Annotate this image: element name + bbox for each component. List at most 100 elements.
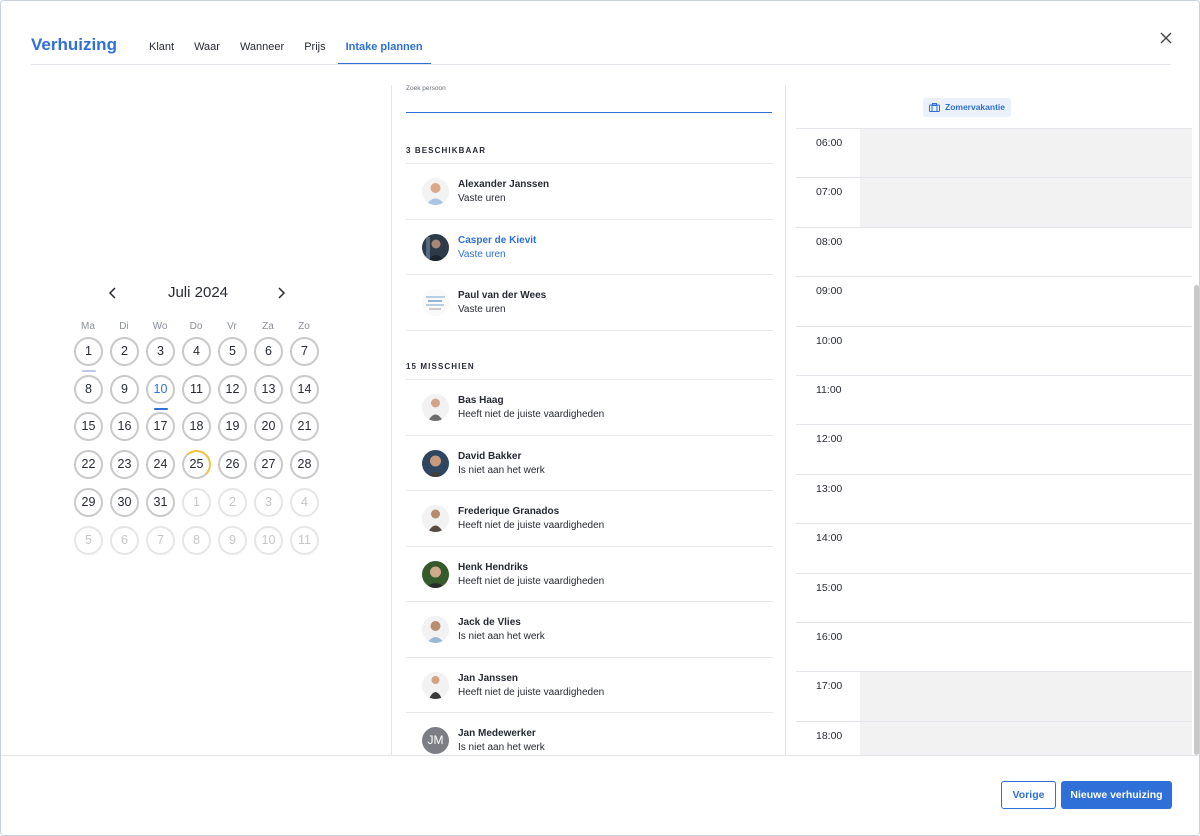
maybe-person-row[interactable]: Bas Haag Heeft niet de juiste vaardighede… bbox=[406, 379, 773, 434]
hour-slot[interactable]: 16:00 bbox=[796, 622, 1192, 671]
calendar-day[interactable]: 12 bbox=[218, 374, 247, 404]
calendar-nav: Juli 2024 bbox=[73, 281, 323, 305]
calendar-day[interactable]: 22 bbox=[74, 450, 103, 480]
calendar-day[interactable]: 8 bbox=[74, 374, 103, 404]
calendar-day[interactable]: 1 bbox=[74, 337, 103, 366]
new-move-button[interactable]: Nieuwe verhuizing bbox=[1061, 781, 1172, 809]
person-status: Is niet aan het werk bbox=[458, 631, 545, 642]
calendar-day[interactable]: 11 bbox=[182, 374, 211, 404]
hour-label: 11:00 bbox=[816, 384, 842, 396]
person-status: Heeft niet de juiste vaardigheden bbox=[458, 575, 605, 587]
calendar-day[interactable]: 24 bbox=[146, 450, 175, 480]
tab-wanneer[interactable]: Wanneer bbox=[232, 41, 292, 64]
tab-waar[interactable]: Waar bbox=[186, 41, 228, 64]
calendar-day[interactable]: 26 bbox=[218, 450, 247, 480]
available-block bbox=[860, 228, 1192, 277]
hour-slot[interactable]: 09:00 bbox=[796, 276, 1192, 325]
hour-slot[interactable]: 15:00 bbox=[796, 572, 1192, 623]
available-person-row[interactable]: Paul van der Wees Vaste uren bbox=[406, 274, 773, 329]
hour-slot[interactable]: 14:00 bbox=[796, 523, 1192, 572]
maybe-person-row[interactable]: JM Jan Medewerker Is niet aan het werk bbox=[406, 712, 773, 755]
calendar-day[interactable]: 31 bbox=[146, 487, 175, 517]
month-calendar: Juli 2024 Ma Di Wo Do Vr Za Zo 1 2 3 4 5 6 7 8 9 10 11 12… bbox=[73, 281, 323, 555]
available-person-row[interactable]: Casper de Kievit Vaste uren bbox=[406, 218, 773, 274]
calendar-day[interactable]: 19 bbox=[218, 412, 247, 442]
close-icon[interactable] bbox=[1159, 31, 1173, 45]
calendar-day[interactable]: 5 bbox=[218, 337, 247, 366]
person-status: Heeft niet de juiste vaardigheden bbox=[458, 686, 605, 698]
calendar-day: 3 bbox=[254, 487, 283, 517]
calendar-day[interactable]: 17 bbox=[146, 412, 175, 442]
calendar-day[interactable]: 6 bbox=[254, 337, 283, 366]
hour-label: 16:00 bbox=[816, 631, 843, 643]
available-block bbox=[860, 524, 1192, 573]
day-indicator bbox=[153, 407, 168, 410]
calendar-day[interactable]: 27 bbox=[254, 450, 283, 480]
hour-slot[interactable]: 11:00 bbox=[796, 375, 1192, 424]
available-block bbox=[860, 574, 1192, 623]
hour-slot[interactable]: 18:00 bbox=[796, 720, 1192, 755]
hour-slot[interactable]: 17:00 bbox=[796, 671, 1192, 722]
tab-intake-plannen[interactable]: Intake plannen bbox=[337, 41, 431, 64]
maybe-person-row[interactable]: Jan Janssen Heeft niet de juiste vaardigh… bbox=[406, 656, 773, 712]
calendar-day[interactable]: 30 bbox=[110, 487, 139, 517]
calendar-day[interactable]: 9 bbox=[110, 374, 139, 404]
search-input[interactable] bbox=[406, 95, 772, 113]
person-status: Is niet aan het werk bbox=[458, 464, 545, 476]
available-person-row[interactable]: Alexander Janssen Vaste uren bbox=[406, 163, 773, 218]
avatar bbox=[422, 671, 449, 699]
holiday-label: Zomervakantie bbox=[945, 102, 1005, 112]
person-status: Vaste uren bbox=[458, 304, 506, 315]
maybe-person-row[interactable]: Henk Hendriks Heeft niet de juiste vaardi… bbox=[406, 545, 773, 601]
avatar bbox=[422, 505, 449, 532]
calendar-day[interactable]: 23 bbox=[110, 450, 139, 480]
previous-button[interactable]: Vorige bbox=[1001, 781, 1056, 809]
maybe-person-row[interactable]: Frederique Granados Heeft niet de juiste … bbox=[406, 490, 773, 545]
calendar-day[interactable]: 20 bbox=[254, 412, 283, 442]
calendar-day: 6 bbox=[110, 525, 139, 555]
hour-slot[interactable]: 12:00 bbox=[796, 424, 1192, 473]
modal-title: Verhuizing bbox=[31, 35, 117, 54]
person-name: Jan Medewerker bbox=[458, 728, 536, 739]
tab-bar: Klant Waar Wanneer Prijs Intake plannen bbox=[141, 41, 435, 64]
hour-slot[interactable]: 07:00 bbox=[796, 177, 1192, 228]
maybe-person-row[interactable]: David Bakker Is niet aan het werk bbox=[406, 434, 773, 490]
calendar-day[interactable]: 18 bbox=[182, 412, 211, 442]
tab-klant[interactable]: Klant bbox=[141, 41, 182, 64]
day-schedule: Zomervakantie 06:00 07:00 08:00 09:00 10:00 1… bbox=[796, 85, 1199, 755]
tab-prijs[interactable]: Prijs bbox=[296, 41, 333, 64]
hour-slot[interactable]: 06:00 bbox=[796, 128, 1192, 178]
maybe-person-row[interactable]: Jack de Vlies Is niet aan het werk bbox=[406, 601, 773, 656]
calendar-day: 10 bbox=[254, 525, 283, 555]
calendar-day[interactable]: 15 bbox=[74, 412, 103, 442]
available-block bbox=[860, 623, 1192, 672]
hour-slot[interactable]: 10:00 bbox=[796, 325, 1192, 375]
person-name: David Bakker bbox=[458, 450, 522, 462]
search-label: Zoek persoon bbox=[406, 85, 446, 92]
calendar-day[interactable]: 25 bbox=[182, 450, 211, 480]
calendar-day[interactable]: 10 bbox=[146, 374, 175, 404]
available-block bbox=[860, 376, 1192, 425]
calendar-day: 5 bbox=[74, 525, 103, 555]
unavailable-block bbox=[860, 672, 1192, 722]
calendar-day[interactable]: 4 bbox=[182, 337, 211, 366]
calendar-day[interactable]: 7 bbox=[290, 337, 319, 366]
calendar-day[interactable]: 29 bbox=[74, 487, 103, 517]
hour-label: 17:00 bbox=[816, 680, 843, 693]
hour-slot[interactable]: 13:00 bbox=[796, 473, 1192, 523]
calendar-day[interactable]: 28 bbox=[290, 450, 319, 480]
avatar bbox=[422, 616, 449, 643]
hour-slot[interactable]: 08:00 bbox=[796, 226, 1192, 277]
calendar-day[interactable]: 13 bbox=[254, 374, 283, 404]
calendar-day[interactable]: 2 bbox=[110, 337, 139, 366]
calendar-day[interactable]: 3 bbox=[146, 337, 175, 366]
chevron-right-icon[interactable] bbox=[273, 285, 289, 301]
hour-label: 18:00 bbox=[816, 729, 843, 742]
unavailable-block bbox=[860, 129, 1192, 178]
calendar-day: 1 bbox=[182, 487, 211, 517]
calendar-day[interactable]: 16 bbox=[110, 412, 139, 442]
person-name: Paul van der Wees bbox=[458, 290, 547, 301]
calendar-day[interactable]: 14 bbox=[290, 374, 319, 404]
calendar-day[interactable]: 21 bbox=[290, 412, 319, 442]
schedule-scrollbar[interactable] bbox=[1194, 285, 1199, 755]
